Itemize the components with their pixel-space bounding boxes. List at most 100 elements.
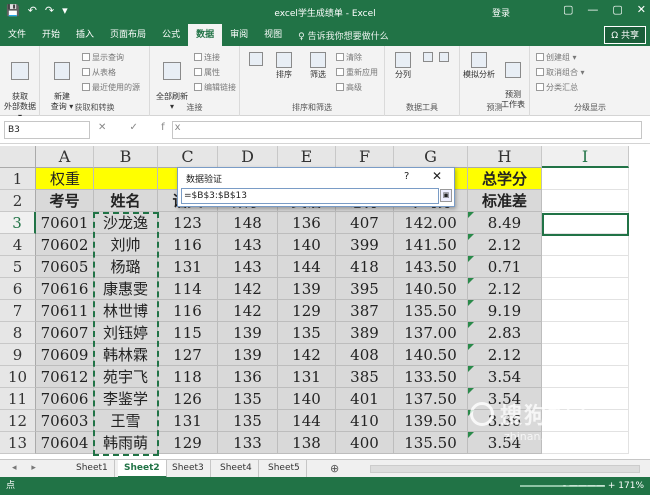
ungroup-button[interactable]: 取消组合 ▾ bbox=[536, 67, 585, 78]
connections-button[interactable]: 连接 bbox=[194, 52, 220, 63]
horizontal-scrollbar[interactable] bbox=[370, 465, 640, 473]
sort-az-button[interactable] bbox=[246, 52, 266, 68]
range-input[interactable]: =$B$3:$B$13 bbox=[181, 188, 439, 204]
cell[interactable]: 135 bbox=[218, 410, 278, 432]
advanced-filter-button[interactable]: 高级 bbox=[336, 82, 362, 93]
row-header[interactable]: 11 bbox=[0, 388, 36, 410]
cell[interactable]: 8.49 bbox=[468, 212, 542, 234]
cell[interactable]: 131 bbox=[158, 256, 218, 278]
from-table-button[interactable]: 从表格 bbox=[82, 67, 116, 78]
row-header[interactable]: 7 bbox=[0, 300, 36, 322]
cell[interactable]: 143 bbox=[218, 234, 278, 256]
cell[interactable]: 140 bbox=[278, 234, 336, 256]
cell[interactable]: 116 bbox=[158, 234, 218, 256]
cell[interactable]: 2.12 bbox=[468, 278, 542, 300]
name-box[interactable]: B3 bbox=[4, 121, 90, 139]
cell[interactable]: 139 bbox=[278, 278, 336, 300]
row-header[interactable]: 10 bbox=[0, 366, 36, 388]
cell[interactable]: 129 bbox=[158, 432, 218, 454]
cell[interactable]: 126 bbox=[158, 388, 218, 410]
row-header[interactable]: 9 bbox=[0, 344, 36, 366]
get-external-data-button[interactable]: 获取 外部数据 ▾ bbox=[2, 52, 38, 122]
cell[interactable]: 118 bbox=[158, 366, 218, 388]
cell[interactable] bbox=[542, 366, 629, 388]
cell[interactable]: 139.50 bbox=[394, 410, 468, 432]
cell[interactable]: 135.50 bbox=[394, 300, 468, 322]
cell[interactable]: 131 bbox=[158, 410, 218, 432]
cell[interactable]: 133 bbox=[218, 432, 278, 454]
cell[interactable]: 137.00 bbox=[394, 322, 468, 344]
cell[interactable]: 127 bbox=[158, 344, 218, 366]
recent-sources-button[interactable]: 最近使用的源 bbox=[82, 82, 140, 93]
cell[interactable] bbox=[542, 322, 629, 344]
row-header[interactable]: 1 bbox=[0, 168, 36, 190]
cell[interactable]: 70606 bbox=[36, 388, 94, 410]
tab-page-layout[interactable]: 页面布局 bbox=[102, 24, 154, 46]
cell[interactable]: 140.50 bbox=[394, 278, 468, 300]
filter-button[interactable]: 筛选 bbox=[302, 52, 334, 80]
cell[interactable]: 9.19 bbox=[468, 300, 542, 322]
cell[interactable]: 2.12 bbox=[468, 344, 542, 366]
select-all-corner[interactable] bbox=[0, 146, 36, 168]
cell[interactable]: 399 bbox=[336, 234, 394, 256]
cell[interactable]: 115 bbox=[158, 322, 218, 344]
cell[interactable]: 136 bbox=[218, 366, 278, 388]
show-queries-button[interactable]: 显示查询 bbox=[82, 52, 124, 63]
cell[interactable] bbox=[542, 190, 629, 212]
group-button[interactable]: 创建组 ▾ bbox=[536, 52, 577, 63]
sheet-tab-5[interactable]: Sheet5 bbox=[262, 460, 307, 478]
cell[interactable]: 142 bbox=[218, 278, 278, 300]
sort-button[interactable]: 排序 bbox=[266, 52, 302, 80]
cell[interactable]: 142 bbox=[278, 344, 336, 366]
cell[interactable]: 姓名 bbox=[94, 190, 158, 212]
cell[interactable]: 总学分 bbox=[468, 168, 542, 190]
cell[interactable]: 135.50 bbox=[394, 432, 468, 454]
dialog-close-button[interactable]: ✕ bbox=[432, 169, 442, 183]
cell[interactable]: 141.50 bbox=[394, 234, 468, 256]
tab-insert[interactable]: 插入 bbox=[68, 24, 102, 46]
cell[interactable]: 135 bbox=[218, 388, 278, 410]
tab-file[interactable]: 文件 bbox=[0, 24, 34, 46]
row-header[interactable]: 4 bbox=[0, 234, 36, 256]
range-expand-button[interactable]: ▣ bbox=[440, 189, 452, 202]
column-header[interactable]: H bbox=[468, 146, 542, 168]
cell[interactable]: 70601 bbox=[36, 212, 94, 234]
active-cell-cursor[interactable] bbox=[542, 213, 629, 236]
formula-input[interactable] bbox=[172, 121, 642, 139]
sheet-tab-1[interactable]: Sheet1 bbox=[70, 460, 115, 478]
row-header[interactable]: 6 bbox=[0, 278, 36, 300]
ribbon-display-icon[interactable]: ▢ bbox=[563, 3, 573, 16]
cell[interactable]: 137.50 bbox=[394, 388, 468, 410]
column-header[interactable]: A bbox=[36, 146, 94, 168]
cell[interactable]: 70604 bbox=[36, 432, 94, 454]
cell[interactable]: 70607 bbox=[36, 322, 94, 344]
cell[interactable]: 148 bbox=[218, 212, 278, 234]
tab-view[interactable]: 视图 bbox=[256, 24, 290, 46]
reapply-button[interactable]: 重新应用 bbox=[336, 67, 378, 78]
sheet-tab-3[interactable]: Sheet3 bbox=[166, 460, 211, 478]
sheet-tab-4[interactable]: Sheet4 bbox=[214, 460, 259, 478]
cell[interactable]: 70611 bbox=[36, 300, 94, 322]
cell[interactable]: 70603 bbox=[36, 410, 94, 432]
cell[interactable]: 123 bbox=[158, 212, 218, 234]
cell[interactable]: 2.83 bbox=[468, 322, 542, 344]
maximize-button[interactable]: ▢ bbox=[612, 3, 622, 16]
tab-data[interactable]: 数据 bbox=[188, 24, 223, 46]
column-header[interactable]: D bbox=[218, 146, 278, 168]
column-header[interactable]: I bbox=[542, 146, 629, 168]
share-button[interactable]: Ω 共享 bbox=[604, 26, 646, 44]
column-header[interactable]: G bbox=[394, 146, 468, 168]
cell[interactable]: 70612 bbox=[36, 366, 94, 388]
cell[interactable] bbox=[542, 300, 629, 322]
cell[interactable] bbox=[542, 168, 629, 190]
edit-links-button[interactable]: 编辑链接 bbox=[194, 82, 236, 93]
column-header[interactable]: B bbox=[94, 146, 158, 168]
cell[interactable]: 407 bbox=[336, 212, 394, 234]
login-link[interactable]: 登录 bbox=[492, 6, 510, 19]
row-header[interactable]: 3 bbox=[0, 212, 36, 234]
cell[interactable]: 139 bbox=[218, 344, 278, 366]
row-header[interactable]: 12 bbox=[0, 410, 36, 432]
data-validation-icon[interactable] bbox=[437, 52, 451, 64]
cell[interactable]: 3.54 bbox=[468, 366, 542, 388]
add-sheet-icon[interactable]: ⊕ bbox=[330, 462, 339, 475]
